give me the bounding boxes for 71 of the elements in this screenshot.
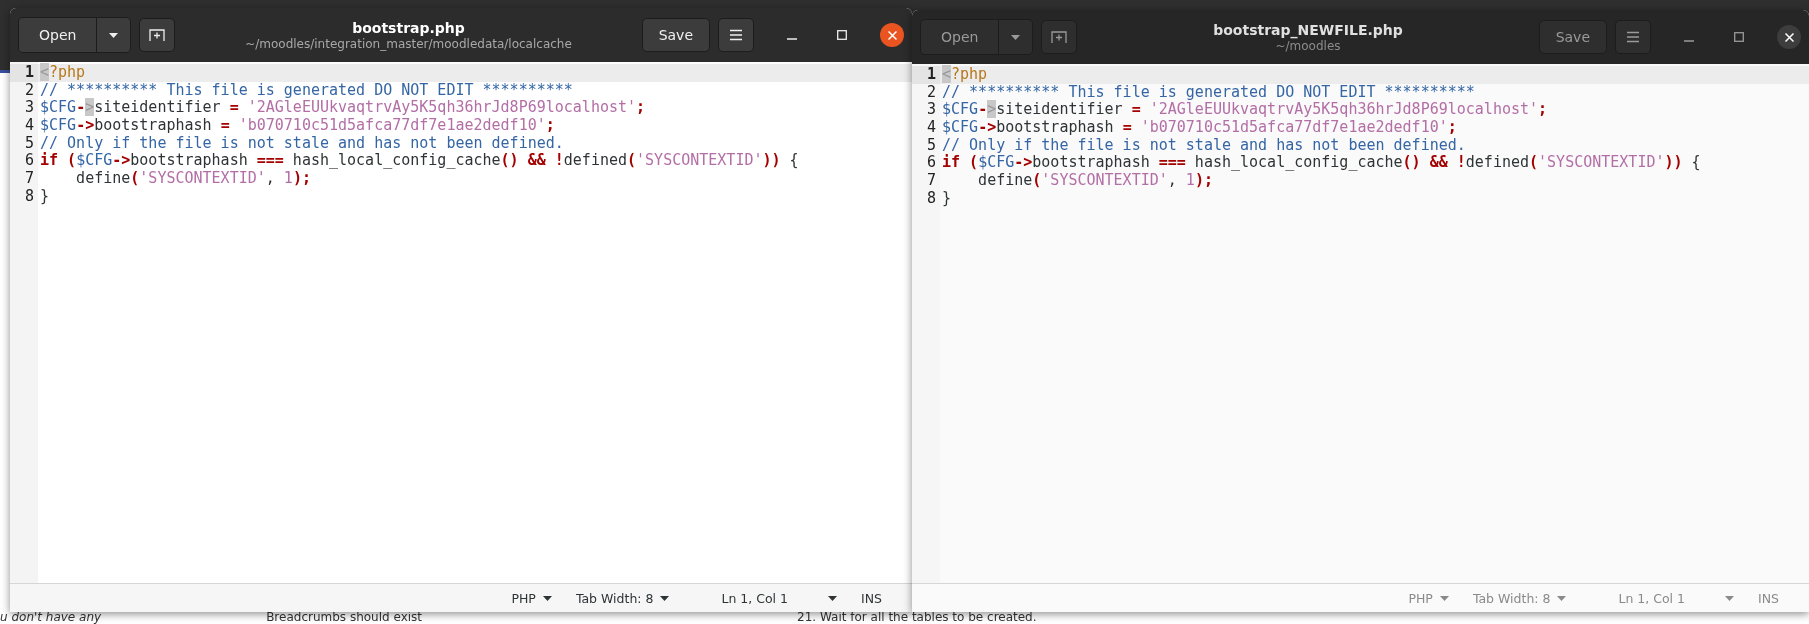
code-line: // ********** This file is generated DO NOT EDIT ********** bbox=[39, 81, 574, 100]
code-line: $CFG->siteidentifier = '2AGleEUUkvaqtrvAy5K5qh36hrJd8P69localhost'; bbox=[39, 99, 647, 118]
minimize-icon bbox=[1684, 40, 1694, 42]
caret-icon bbox=[1725, 595, 1734, 601]
line-number: 3 bbox=[23, 99, 35, 118]
line-number: 5 bbox=[925, 136, 937, 155]
window-title: bootstrap.php bbox=[352, 19, 465, 36]
cursor-position[interactable]: Ln 1, Col 1 bbox=[713, 590, 796, 606]
line-number: 4 bbox=[23, 117, 35, 135]
code-line: $CFG->siteidentifier = '2AGleEUUkvaqtrvAy5K5qh36hrJd8P69localhost'; bbox=[941, 101, 1549, 120]
caret-icon bbox=[1011, 34, 1021, 40]
new-tab-icon bbox=[149, 28, 166, 42]
close-button[interactable] bbox=[880, 23, 904, 47]
open-menu-button[interactable] bbox=[96, 18, 131, 52]
file-path: ~/moodles/integration_master/moodledata/localcache bbox=[245, 36, 572, 51]
code-line: // Only if the file is not stale and has not been defined. bbox=[941, 136, 1467, 154]
code-line: // ********** This file is generated DO NOT EDIT ********** bbox=[941, 83, 1476, 102]
open-button[interactable]: Open bbox=[19, 18, 97, 52]
line-number: 8 bbox=[23, 187, 35, 206]
code-line: define('SYSCONTEXTID', 1); bbox=[75, 170, 312, 188]
minimize-icon bbox=[787, 38, 797, 40]
new-tab-icon bbox=[1051, 30, 1068, 44]
line-number: 7 bbox=[23, 170, 35, 188]
page-text: Breadcrumbs should exist bbox=[266, 610, 423, 624]
line-number: 6 bbox=[925, 154, 937, 173]
insert-mode-label: INS bbox=[860, 590, 883, 606]
code-line: $CFG->bootstraphash = 'b070710c51d5afca77df7e1ae2dedf10'; bbox=[941, 119, 1458, 137]
menu-button[interactable] bbox=[718, 18, 754, 52]
close-button[interactable] bbox=[1777, 25, 1801, 49]
line-number: 8 bbox=[925, 189, 937, 208]
line-number: 7 bbox=[925, 172, 937, 190]
new-tab-button[interactable] bbox=[139, 18, 176, 52]
caret-icon bbox=[109, 32, 119, 38]
line-number: 5 bbox=[23, 134, 35, 153]
close-icon bbox=[887, 30, 897, 40]
tab-width-selector[interactable]: Tab Width: 8 bbox=[567, 590, 678, 606]
file-path: ~/moodles bbox=[1275, 38, 1341, 53]
window-title: bootstrap_NEWFILE.php bbox=[1213, 21, 1403, 38]
line-number: 3 bbox=[925, 101, 937, 120]
insert-mode-label: INS bbox=[1757, 590, 1780, 606]
menu-button[interactable] bbox=[1615, 20, 1651, 54]
code-line: } bbox=[941, 189, 953, 208]
save-button[interactable]: Save bbox=[641, 18, 710, 52]
close-icon bbox=[1784, 32, 1794, 42]
menu-icon bbox=[1626, 31, 1640, 43]
caret-icon bbox=[660, 595, 670, 601]
code-line: } bbox=[39, 187, 51, 206]
line-number: 2 bbox=[925, 83, 937, 102]
line-number: 1 bbox=[10, 64, 38, 82]
line-number: 4 bbox=[925, 119, 937, 137]
line-number: 1 bbox=[912, 66, 940, 84]
code-line: if ($CFG->bootstraphash === hash_local_config_cache() && !defined('SYSCONTEXTID')) { bbox=[941, 154, 1702, 173]
language-selector[interactable]: PHP bbox=[503, 590, 560, 606]
code-line: if ($CFG->bootstraphash === hash_local_config_cache() && !defined('SYSCONTEXTID')) { bbox=[39, 152, 800, 171]
maximize-icon bbox=[837, 30, 847, 40]
caret-icon bbox=[828, 595, 837, 601]
page-text: u don't have any bbox=[0, 610, 102, 624]
new-tab-button[interactable] bbox=[1041, 20, 1078, 54]
save-button[interactable]: Save bbox=[1538, 20, 1607, 54]
menu-icon bbox=[729, 29, 743, 41]
line-number: 2 bbox=[23, 81, 35, 100]
line-number: 6 bbox=[23, 152, 35, 171]
caret-icon bbox=[1439, 595, 1449, 601]
code-line: define('SYSCONTEXTID', 1); bbox=[977, 172, 1214, 190]
caret-icon bbox=[542, 595, 552, 601]
code-line: // Only if the file is not stale and has not been defined. bbox=[39, 134, 565, 152]
code-line: $CFG->bootstraphash = 'b070710c51d5afca77df7e1ae2dedf10'; bbox=[39, 117, 556, 135]
caret-icon bbox=[1557, 595, 1567, 601]
open-button[interactable]: Open bbox=[921, 20, 999, 54]
open-menu-button[interactable] bbox=[998, 20, 1033, 54]
maximize-icon bbox=[1734, 32, 1744, 42]
